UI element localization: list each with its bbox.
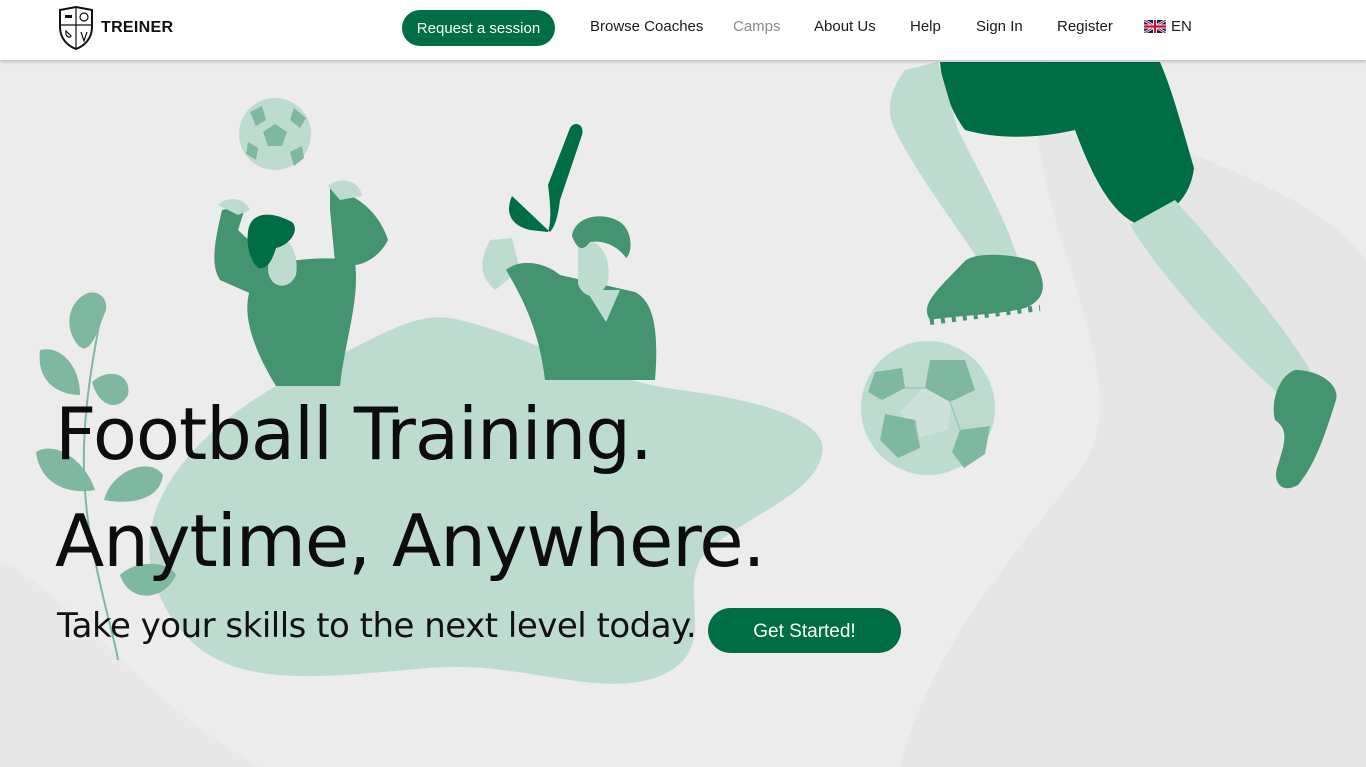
top-navbar: TREINER Request a session Browse Coaches… — [0, 0, 1366, 60]
nav-link-help[interactable]: Help — [910, 18, 941, 35]
hero-title-line-1: Football Training. — [55, 392, 653, 476]
brand-logo-link[interactable]: TREINER — [57, 5, 173, 51]
soccer-ball-large — [861, 341, 995, 475]
language-label: EN — [1171, 18, 1192, 35]
brand-name: TREINER — [101, 19, 174, 36]
hero-subtitle: Take your skills to the next level today… — [57, 606, 697, 646]
nav-link-browse-coaches[interactable]: Browse Coaches — [590, 18, 703, 35]
hero-title-line-2: Anytime, Anywhere. — [55, 499, 765, 583]
nav-link-camps[interactable]: Camps — [733, 18, 781, 35]
request-session-button[interactable]: Request a session — [402, 10, 555, 46]
language-selector[interactable]: EN — [1144, 18, 1192, 35]
nav-link-register[interactable]: Register — [1057, 18, 1113, 35]
soccer-ball-small — [239, 98, 311, 170]
shield-logo-icon — [59, 5, 93, 51]
get-started-button[interactable]: Get Started! — [708, 608, 901, 653]
uk-flag-icon — [1144, 20, 1166, 33]
nav-link-about-us[interactable]: About Us — [814, 18, 876, 35]
nav-link-sign-in[interactable]: Sign In — [976, 18, 1023, 35]
landing-page: TREINER Request a session Browse Coaches… — [0, 0, 1366, 767]
